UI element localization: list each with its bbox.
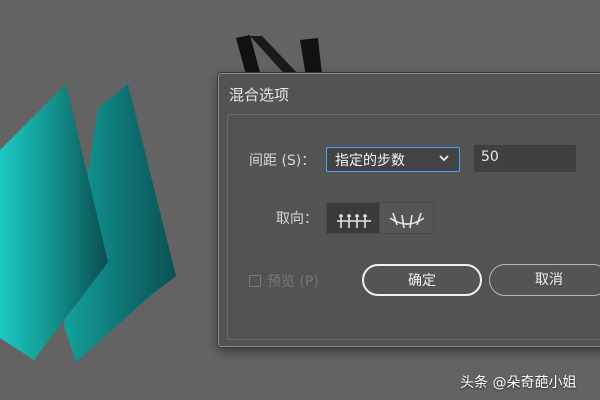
align-to-path-icon [389, 212, 425, 229]
orientation-label: 取向： [276, 211, 318, 227]
watermark: 头条 @朵奇葩小姐 [460, 375, 577, 391]
align-to-path-button[interactable] [380, 202, 434, 234]
spacing-select-value: 指定的步数 [335, 153, 405, 169]
blend-options-dialog: 混合选项 间距 (S)： 指定的步数 50 取向： 预览 (P) 确定 取消 [218, 73, 600, 347]
align-to-page-icon [337, 214, 371, 228]
preview-option[interactable]: 预览 (P) [249, 271, 319, 291]
spacing-label: 间距 (S)： [249, 153, 316, 169]
steps-input[interactable]: 50 [474, 145, 576, 172]
cancel-button[interactable]: 取消 [489, 264, 600, 296]
preview-checkbox[interactable] [249, 275, 261, 287]
chevron-down-icon [439, 155, 449, 162]
preview-label: 预览 (P) [267, 274, 319, 290]
align-to-page-button[interactable] [326, 202, 380, 234]
dialog-title: 混合选项 [229, 86, 290, 104]
spacing-select[interactable]: 指定的步数 [326, 147, 460, 172]
ok-button[interactable]: 确定 [362, 264, 482, 296]
